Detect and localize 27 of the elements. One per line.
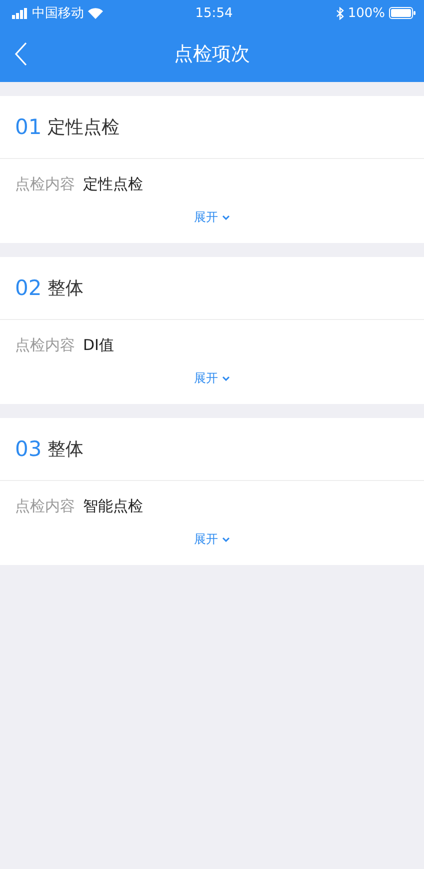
content-label: 点检内容 xyxy=(15,336,75,354)
carrier-name: 中国移动 xyxy=(32,5,84,22)
signal-icon xyxy=(12,8,28,18)
caret-icon xyxy=(222,537,230,542)
content-label: 点检内容 xyxy=(15,496,75,516)
content-value: DI值 xyxy=(83,336,114,354)
expand-button[interactable]: 展开 xyxy=(194,370,230,387)
back-button[interactable] xyxy=(14,42,28,66)
page-title: 点检项次 xyxy=(174,42,250,67)
bluetooth-icon xyxy=(336,6,344,20)
caret-icon xyxy=(222,215,230,220)
caret-icon xyxy=(222,376,230,381)
content-value: 智能点检 xyxy=(83,496,143,516)
clock-time: 15:54 xyxy=(195,6,233,20)
battery-percent: 100% xyxy=(348,6,385,20)
content-label: 点检内容 xyxy=(15,174,75,194)
item-name: 整体 xyxy=(48,438,84,461)
wifi-icon xyxy=(88,8,103,18)
item-name: 整体 xyxy=(48,277,84,300)
expand-button[interactable]: 展开 xyxy=(194,531,230,548)
battery-icon xyxy=(389,7,416,19)
expand-button[interactable]: 展开 xyxy=(194,209,230,226)
item-number: 01 xyxy=(15,115,42,139)
item-number: 02 xyxy=(15,276,42,300)
item-name: 定性点检 xyxy=(48,116,120,139)
item-number: 03 xyxy=(15,437,42,461)
content-value: 定性点检 xyxy=(83,174,143,194)
